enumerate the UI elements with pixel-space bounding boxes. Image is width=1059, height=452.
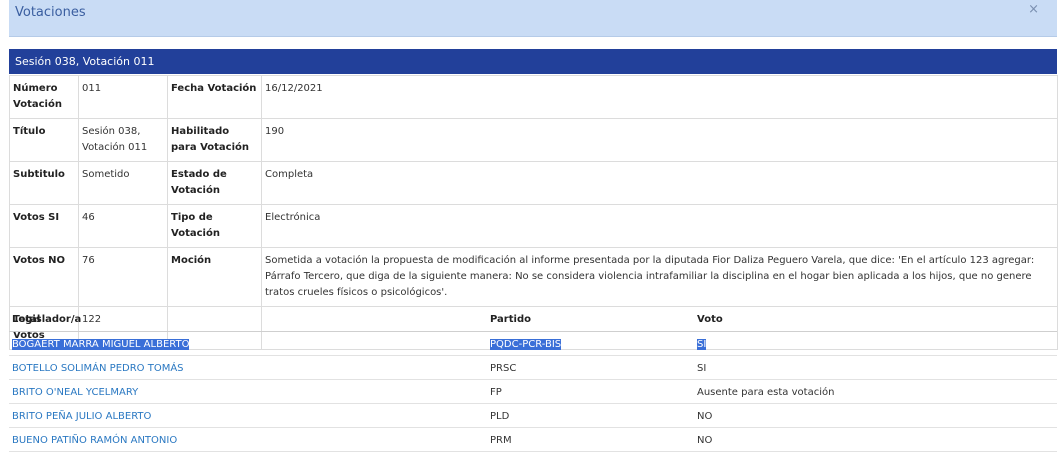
table-row: BOGAERT MARRA MIGUEL ALBERTO PQDC-PCR-BI…	[9, 331, 1057, 356]
legislator-link[interactable]: BOGAERT MARRA MIGUEL ALBERTO	[12, 338, 190, 350]
header-vote[interactable]: Voto	[694, 309, 1057, 332]
party-cell: PQDC-PCR-BIS	[490, 338, 562, 350]
table-row: BOTELLO SOLIMÁN PEDRO TOMÁS PRSC SI	[9, 355, 1057, 380]
party-cell: PRM	[487, 427, 694, 452]
close-icon[interactable]: ×	[1028, 2, 1039, 17]
numero-label: Número Votación	[9, 75, 79, 119]
table-row: BRITO O'NEAL YCELMARY FP Ausente para es…	[9, 379, 1057, 404]
mocion-label: Moción	[167, 247, 262, 307]
header-party[interactable]: Partido	[487, 309, 694, 332]
numero-value: 011	[78, 75, 168, 119]
fecha-label: Fecha Votación	[167, 75, 262, 119]
dialog-header: Votaciones ×	[9, 0, 1057, 37]
habilitado-label: Habilitado para Votación	[167, 118, 262, 162]
titulo-label: Título	[9, 118, 79, 162]
votos-no-value: 76	[78, 247, 168, 307]
fecha-value: 16/12/2021	[261, 75, 1058, 119]
mocion-value: Sometida a votación la propuesta de modi…	[261, 247, 1058, 307]
table-row: BUENO PATIÑO RAMÓN ANTONIO PRM NO	[9, 427, 1057, 452]
legislator-link[interactable]: BOTELLO SOLIMÁN PEDRO TOMÁS	[12, 363, 184, 374]
vote-cell: NO	[694, 403, 1057, 428]
estado-value: Completa	[261, 161, 1058, 205]
header-legislator[interactable]: Legislador/a	[9, 309, 487, 332]
legislator-link[interactable]: BRITO O'NEAL YCELMARY	[12, 387, 138, 398]
votos-si-value: 46	[78, 204, 168, 248]
subtitulo-value: Sometido	[78, 161, 168, 205]
tipo-label: Tipo de Votación	[167, 204, 262, 248]
votos-no-label: Votos NO	[9, 247, 79, 307]
table-row: BRITO PEÑA JULIO ALBERTO PLD NO	[9, 403, 1057, 428]
vote-cell: Ausente para esta votación	[694, 379, 1057, 404]
habilitado-value: 190	[261, 118, 1058, 162]
tipo-value: Electrónica	[261, 204, 1058, 248]
session-header: Sesión 038, Votación 011	[9, 49, 1057, 74]
titulo-value: Sesión 038, Votación 011	[78, 118, 168, 162]
vote-cell: SI	[697, 338, 707, 350]
party-cell: PRSC	[487, 355, 694, 380]
subtitulo-label: Subtitulo	[9, 161, 79, 205]
estado-label: Estado de Votación	[167, 161, 262, 205]
legislator-link[interactable]: BRITO PEÑA JULIO ALBERTO	[12, 411, 151, 422]
party-cell: PLD	[487, 403, 694, 428]
vote-cell: SI	[694, 355, 1057, 380]
party-cell: FP	[487, 379, 694, 404]
votos-si-label: Votos SI	[9, 204, 79, 248]
vote-cell: NO	[694, 427, 1057, 452]
legislator-link[interactable]: BUENO PATIÑO RAMÓN ANTONIO	[12, 435, 177, 446]
legislator-votes-table: Legislador/a Partido Voto BOGAERT MARRA …	[9, 309, 1057, 452]
dialog-title: Votaciones	[15, 5, 86, 20]
